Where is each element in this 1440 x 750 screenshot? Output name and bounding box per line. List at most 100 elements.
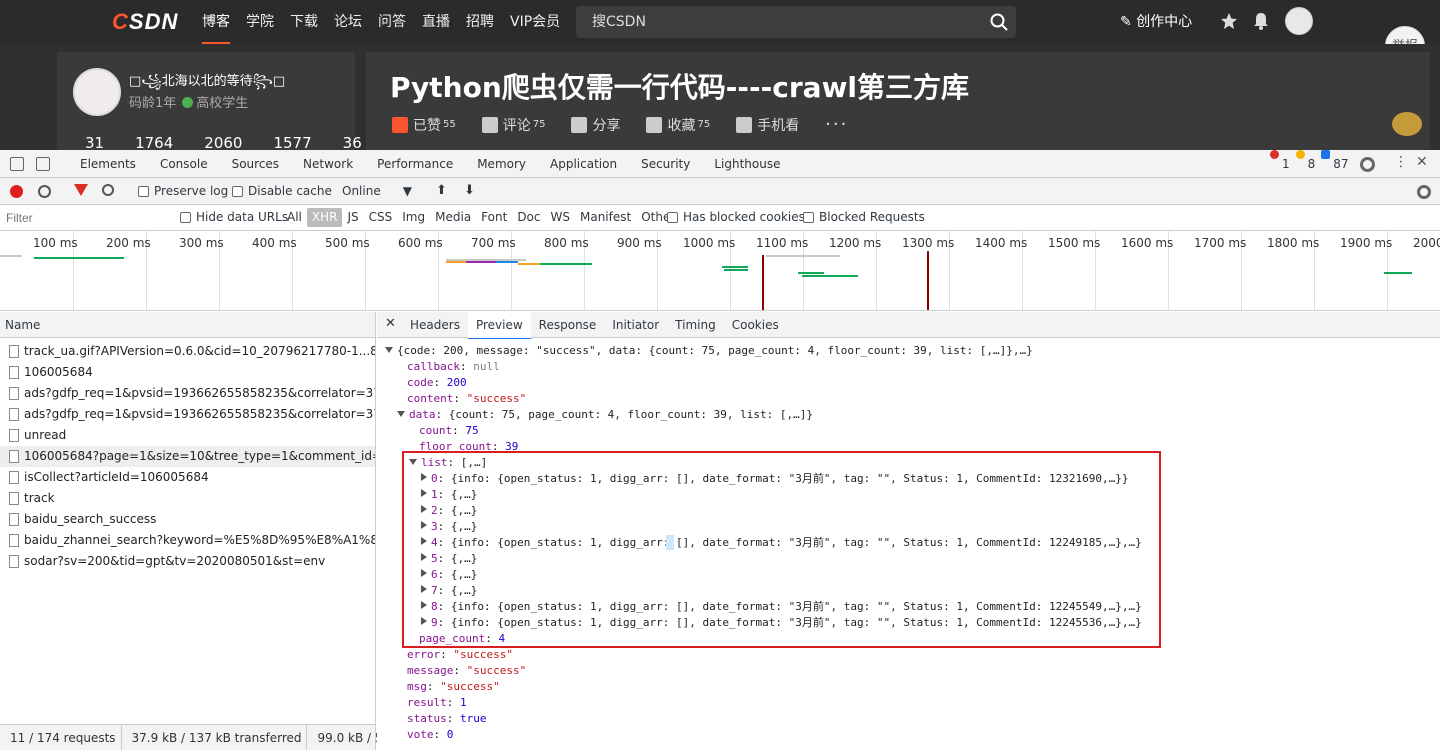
type-xhr[interactable]: XHR [306,208,343,227]
json-tree-node[interactable]: 8: {info: {open_status: 1, digg_arr: [],… [421,599,1142,615]
close-detail-icon[interactable]: ✕ [385,316,396,331]
request-row[interactable]: ads?gdfp_req=1&pvsid=193662655858235&cor… [0,383,375,404]
tab-initiator[interactable]: Initiator [604,312,667,340]
collapsed-triangle-icon[interactable] [421,537,427,545]
collapsed-triangle-icon[interactable] [421,553,427,561]
collapsed-triangle-icon[interactable] [421,521,427,529]
tab-cookies[interactable]: Cookies [724,312,787,340]
bell-icon[interactable] [1253,12,1269,30]
nav-qa[interactable]: 问答 [378,0,406,44]
type-doc[interactable]: Doc [512,208,545,227]
settings-gear-icon[interactable] [1360,157,1375,172]
name-column-header[interactable]: Name [0,312,375,338]
collapsed-triangle-icon[interactable] [421,489,427,497]
collapsed-triangle-icon[interactable] [421,601,427,609]
json-tree-node[interactable]: data: {count: 75, page_count: 4, floor_c… [397,407,813,423]
filter-funnel-icon[interactable] [74,184,88,196]
type-css[interactable]: CSS [364,208,398,227]
hide-data-urls-checkbox[interactable]: Hide data URLs [180,210,288,224]
tab-network[interactable]: Network [291,150,366,180]
more-icon[interactable]: ··· [825,114,848,135]
expanded-triangle-icon[interactable] [385,347,393,353]
request-row[interactable]: sodar?sv=200&tid=gpt&tv=2020080501&st=en… [0,551,375,572]
type-img[interactable]: Img [397,208,430,227]
mobile-view-button[interactable]: 手机看 [736,114,799,135]
type-ws[interactable]: WS [546,208,575,227]
close-devtools-icon[interactable]: ✕ [1416,154,1428,170]
json-tree-node[interactable]: 5: {,…} [421,551,477,567]
collapsed-triangle-icon[interactable] [421,569,427,577]
network-overview-timeline[interactable]: 100 ms 200 ms 300 ms 400 ms 500 ms 600 m… [0,231,1440,311]
type-manifest[interactable]: Manifest [575,208,636,227]
json-tree-node[interactable]: 9: {info: {open_status: 1, digg_arr: [],… [421,615,1142,631]
json-tree-node[interactable]: 2: {,…} [421,503,477,519]
nav-jobs[interactable]: 招聘 [466,0,494,44]
json-tree-node[interactable]: 6: {,…} [421,567,477,583]
nav-blog[interactable]: 博客 [202,0,230,44]
like-button[interactable]: 已赞 55 [392,114,456,135]
csdn-logo[interactable]: CSDN [112,9,178,35]
author-avatar[interactable] [73,68,121,116]
request-row[interactable]: ads?gdfp_req=1&pvsid=193662655858235&cor… [0,404,375,425]
request-row[interactable]: baidu_search_success [0,509,375,530]
has-blocked-cookies-checkbox[interactable]: Has blocked cookies [667,210,805,224]
tab-headers[interactable]: Headers [402,312,468,340]
request-row[interactable]: track_ua.gif?APIVersion=0.6.0&cid=10_207… [0,341,375,362]
json-tree-node[interactable]: 3: {,…} [421,519,477,535]
preserve-log-checkbox[interactable]: Preserve log [138,184,228,198]
tab-lighthouse[interactable]: Lighthouse [702,150,792,180]
inspect-element-icon[interactable] [10,157,24,171]
export-har-icon[interactable]: ⬇ [464,183,475,198]
tab-memory[interactable]: Memory [465,150,538,180]
nav-download[interactable]: 下载 [290,0,318,44]
issue-counts[interactable]: 1 8 87 [1264,150,1349,178]
collapsed-triangle-icon[interactable] [421,585,427,593]
nav-vip[interactable]: VIP会员 [510,0,560,44]
disable-cache-checkbox[interactable]: Disable cache [232,184,332,198]
share-button[interactable]: 分享 [571,114,620,135]
tab-security[interactable]: Security [629,150,702,180]
star-icon[interactable] [1220,12,1238,30]
request-row-selected[interactable]: 106005684?page=1&size=10&tree_type=1&com… [0,446,375,467]
collapsed-triangle-icon[interactable] [421,473,427,481]
collapsed-triangle-icon[interactable] [421,617,427,625]
json-tree-node[interactable]: list: [,…] [409,455,487,471]
import-har-icon[interactable]: ⬆ [436,183,447,198]
filter-input[interactable] [2,208,167,228]
tab-console[interactable]: Console [148,150,220,180]
tab-timing[interactable]: Timing [667,312,724,340]
tab-performance[interactable]: Performance [365,150,465,180]
request-row[interactable]: 106005684 [0,362,375,383]
csdn-search-input[interactable]: 搜CSDN [576,6,1016,38]
type-all[interactable]: All [282,208,307,227]
nav-academy[interactable]: 学院 [246,0,274,44]
type-js[interactable]: JS [342,208,363,227]
expanded-triangle-icon[interactable] [409,459,417,465]
json-tree-node[interactable]: {code: 200, message: "success", data: {c… [385,343,1033,359]
tab-application[interactable]: Application [538,150,629,180]
request-row[interactable]: track [0,488,375,509]
json-tree-node[interactable]: 4: {info: {open_status: 1, digg_arr: [],… [421,535,1142,551]
tab-response[interactable]: Response [531,312,605,340]
tab-sources[interactable]: Sources [220,150,291,180]
request-row[interactable]: unread [0,425,375,446]
blocked-requests-checkbox[interactable]: Blocked Requests [803,210,925,224]
tab-elements[interactable]: Elements [68,150,148,180]
search-network-icon[interactable] [102,184,114,196]
comment-button[interactable]: 评论 75 [481,114,545,135]
favorite-button[interactable]: 收藏 75 [646,114,710,135]
record-icon[interactable] [10,185,23,198]
clear-icon[interactable] [38,185,51,198]
type-font[interactable]: Font [476,208,512,227]
collapsed-triangle-icon[interactable] [421,505,427,513]
user-avatar[interactable] [1285,7,1313,35]
json-tree-node[interactable]: 1: {,…} [421,487,477,503]
type-media[interactable]: Media [430,208,476,227]
tab-preview[interactable]: Preview [467,312,531,340]
expanded-triangle-icon[interactable] [397,411,405,417]
kebab-menu-icon[interactable]: ⋮ [1394,154,1408,170]
nav-forum[interactable]: 论坛 [334,0,362,44]
reward-coin-icon[interactable] [1392,112,1422,136]
device-toolbar-icon[interactable] [36,157,50,171]
request-row[interactable]: isCollect?articleId=106005684 [0,467,375,488]
